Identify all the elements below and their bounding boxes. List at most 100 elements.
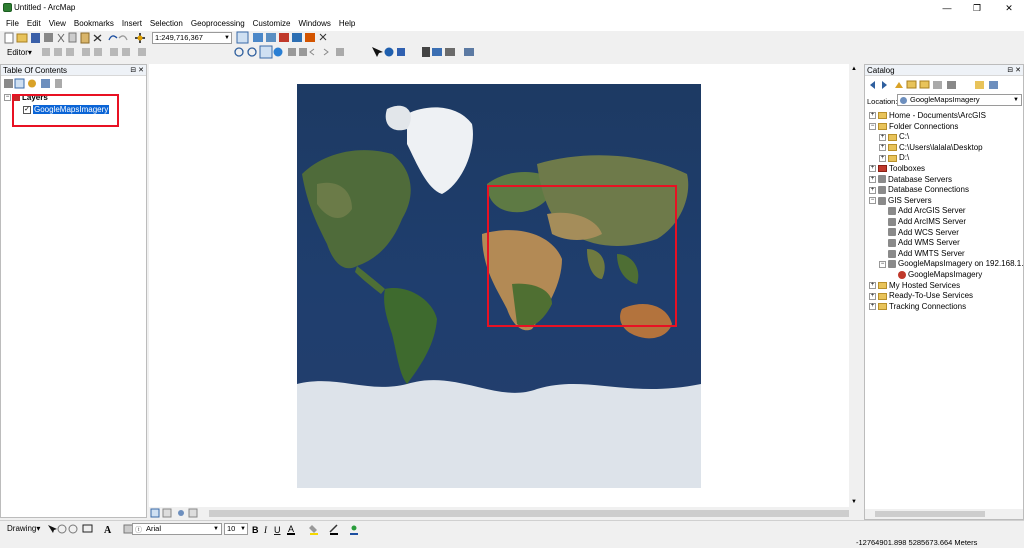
- collapse-icon[interactable]: −: [869, 197, 876, 205]
- catalog-tree-label: D:\: [899, 153, 910, 163]
- catalog-header: Catalog ⊟ ✕: [865, 65, 1023, 76]
- menu-geoprocessing[interactable]: Geoprocessing: [187, 16, 249, 31]
- catalog-icon: [266, 33, 276, 42]
- expand-icon[interactable]: +: [869, 112, 876, 120]
- menu-bookmarks[interactable]: Bookmarks: [70, 16, 118, 31]
- editor-menu[interactable]: Editor▾: [7, 48, 32, 57]
- folder-icon: [888, 133, 897, 141]
- delete-icon: [93, 34, 102, 42]
- catalog-tree-item[interactable]: + Toolboxes: [869, 164, 925, 174]
- map-scale-box[interactable]: 1:249,716,367 ▼: [152, 32, 232, 44]
- line-color-icon: [329, 524, 338, 533]
- back-forward-extent-icon: [309, 48, 329, 56]
- pin-icon[interactable]: ⊟ ✕: [1007, 65, 1021, 76]
- catalog-horizontal-scrollbar[interactable]: [865, 509, 1023, 519]
- catalog-tree-item[interactable]: Add WMS Server: [879, 238, 960, 248]
- catalog-tree-item[interactable]: + Database Connections: [869, 185, 969, 195]
- map-horizontal-scrollbar[interactable]: [149, 507, 862, 520]
- expand-icon[interactable]: +: [869, 281, 876, 289]
- expand-icon[interactable]: +: [869, 303, 876, 311]
- expand-icon[interactable]: +: [879, 154, 886, 162]
- catalog-tree-item[interactable]: + D:\: [879, 153, 909, 163]
- catalog-toolbar[interactable]: [867, 78, 1023, 92]
- drawing-menu[interactable]: Drawing▾: [7, 524, 40, 533]
- catalog-tree-item[interactable]: GoogleMapsImagery: [889, 270, 982, 280]
- catalog-title: Catalog: [867, 66, 895, 75]
- catalog-tree-item[interactable]: − Folder Connections: [869, 122, 958, 132]
- expand-icon[interactable]: +: [869, 175, 876, 183]
- expand-icon[interactable]: +: [869, 165, 876, 173]
- status-bar: -12764901.898 5285673.664 Meters: [0, 536, 1024, 548]
- menu-view[interactable]: View: [45, 16, 70, 31]
- map-imagery[interactable]: [297, 84, 701, 488]
- text-format-icons[interactable]: B I U A: [250, 522, 380, 536]
- location-label: Location:: [867, 97, 898, 106]
- identify-icon: [384, 47, 394, 57]
- menu-edit[interactable]: Edit: [23, 16, 45, 31]
- collapse-icon[interactable]: −: [869, 122, 876, 130]
- catalog-tree-item[interactable]: + C:\: [879, 132, 909, 142]
- menu-customize[interactable]: Customize: [249, 16, 295, 31]
- rotate-tool-icon: [94, 48, 102, 56]
- catalog-tree-item[interactable]: + C:\Users\lalala\Desktop: [879, 143, 983, 153]
- server-icon: [888, 207, 896, 216]
- location-combobox[interactable]: GoogleMapsImagery ▼: [897, 94, 1022, 106]
- menu-file[interactable]: File: [0, 16, 23, 31]
- pin-icon[interactable]: ⊟ ✕: [130, 65, 144, 76]
- tools-toolbar-icons[interactable]: [232, 45, 492, 59]
- expand-icon[interactable]: +: [869, 292, 876, 300]
- editor-toolbar-icons[interactable]: [40, 45, 230, 59]
- expand-icon[interactable]: +: [879, 144, 886, 152]
- catalog-tree-item[interactable]: Add WMTS Server: [879, 249, 965, 259]
- menu-insert[interactable]: Insert: [118, 16, 146, 31]
- catalog-tree-label: Folder Connections: [889, 121, 959, 131]
- catalog-tree-item[interactable]: − GIS Servers: [869, 196, 932, 206]
- expand-icon[interactable]: +: [869, 186, 876, 194]
- close-button[interactable]: ✕: [994, 0, 1024, 16]
- catalog-tree-item[interactable]: − GoogleMapsImagery on 192.168.1.1: [879, 259, 1024, 269]
- catalog-tree-item[interactable]: Add WCS Server: [879, 228, 959, 238]
- chevron-down-icon[interactable]: ▼: [1013, 95, 1019, 105]
- collapse-icon[interactable]: −: [4, 94, 11, 102]
- font-name-select[interactable]: ⓣ Arial ▼: [132, 523, 222, 535]
- font-name-value: Arial: [146, 524, 162, 533]
- catalog-tree-label: Add WMTS Server: [898, 248, 965, 258]
- scroll-down-icon[interactable]: ▼: [851, 499, 857, 505]
- minimize-button[interactable]: —: [932, 0, 962, 16]
- map-view[interactable]: [149, 64, 862, 507]
- layout-view-buttons[interactable]: [149, 507, 209, 520]
- editor-toolbar-icon: [236, 31, 249, 44]
- catalog-tree-label: GIS Servers: [888, 195, 932, 205]
- collapse-icon[interactable]: −: [879, 260, 886, 268]
- menu-selection[interactable]: Selection: [146, 16, 187, 31]
- maximize-button[interactable]: ❐: [962, 0, 992, 16]
- menu-windows[interactable]: Windows: [294, 16, 334, 31]
- standard-toolbar-icons-right[interactable]: [236, 31, 336, 45]
- pause-drawing-icon: [188, 508, 198, 518]
- catalog-tree-item[interactable]: Add ArcIMS Server: [879, 217, 966, 227]
- select-elements-icon: [48, 525, 57, 533]
- scroll-up-icon[interactable]: ▲: [851, 66, 857, 72]
- catalog-tree-item[interactable]: + My Hosted Services: [869, 281, 960, 291]
- font-size-select[interactable]: 10 ▼: [224, 523, 248, 535]
- add-data-badge-icon: [137, 35, 143, 41]
- scroll-thumb[interactable]: [209, 510, 849, 517]
- map-vertical-scrollbar[interactable]: ▲ ▼: [849, 64, 862, 507]
- catalog-tree-item[interactable]: Add ArcGIS Server: [879, 206, 966, 216]
- catalog-scroll-thumb[interactable]: [875, 511, 985, 517]
- server-icon: [878, 175, 886, 184]
- toc-toolbar[interactable]: [3, 78, 63, 90]
- catalog-tree-item[interactable]: + Ready-To-Use Services: [869, 291, 973, 301]
- chevron-down-icon[interactable]: ▼: [240, 524, 246, 534]
- catalog-tree-item[interactable]: + Tracking Connections: [869, 302, 966, 312]
- chevron-down-icon[interactable]: ▼: [213, 524, 219, 534]
- standard-toolbar-icons[interactable]: [3, 31, 153, 45]
- folder-icon: [888, 154, 897, 162]
- catalog-tree-item[interactable]: + Home - Documents\ArcGIS: [869, 111, 986, 121]
- highlight-box-layer: [12, 94, 119, 127]
- globe-icon: [900, 97, 907, 104]
- menu-help[interactable]: Help: [335, 16, 359, 31]
- catalog-tree-item[interactable]: + Database Servers: [869, 175, 952, 185]
- expand-icon[interactable]: +: [879, 133, 886, 141]
- folder-icon: [878, 303, 887, 311]
